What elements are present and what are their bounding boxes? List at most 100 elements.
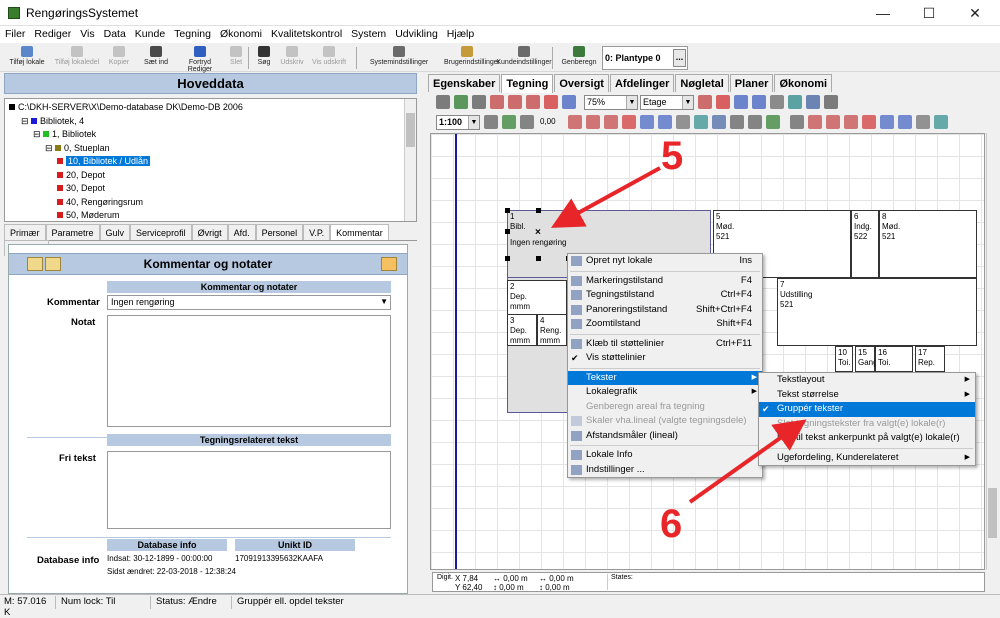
drawing-tool-icon[interactable] (544, 95, 558, 109)
drawing-tool-icon[interactable] (766, 115, 780, 129)
data-tree[interactable]: C:\DKH-SERVER\X\Demo-database DK\Demo-DB… (4, 98, 417, 222)
drawing-tool-icon[interactable] (562, 95, 576, 109)
layer-select[interactable]: Etage ▼ (640, 95, 694, 110)
menu-kunde[interactable]: Kunde (130, 26, 169, 40)
menu-hjælp[interactable]: Hjælp (442, 26, 478, 40)
tree-node[interactable]: 20, Depot (57, 170, 105, 180)
notat-textarea[interactable] (107, 315, 391, 427)
tab-oversigt[interactable]: Oversigt (554, 74, 609, 92)
canvas-scrollbar-thumb[interactable] (988, 488, 997, 538)
drawing-tool-icon[interactable] (526, 95, 540, 109)
toolbar-button-1[interactable]: Tilføj lokaledel (52, 45, 102, 70)
drawing-tool-icon[interactable] (734, 95, 748, 109)
fritekst-textarea[interactable] (107, 451, 391, 529)
scale-select[interactable]: 1:100 ▼ (436, 115, 480, 130)
tree-expander-icon[interactable]: ⊟ (45, 143, 55, 153)
drawing-tool-icon[interactable] (454, 95, 468, 109)
tree-expander-icon[interactable]: ⊟ (33, 129, 43, 139)
toolbar-button-9[interactable]: Systemindstillinger (358, 45, 440, 70)
drawing-tool-icon[interactable] (568, 115, 582, 129)
drawing-tool-icon[interactable] (788, 95, 802, 109)
toolbar-button-4[interactable]: Fortryd Rediger (178, 45, 222, 73)
room-3[interactable]: 3 Dep. mmm (507, 314, 537, 346)
drawing-tool-icon[interactable] (694, 115, 708, 129)
tree-node[interactable]: 50, Møderum (57, 210, 120, 220)
drawing-tool-icon[interactable] (472, 95, 486, 109)
tree-expander-icon[interactable]: ⊟ (21, 116, 31, 126)
drawing-tool-icon[interactable] (520, 115, 534, 129)
toolbar-button-8[interactable]: Vis udskrift (308, 45, 350, 70)
tab-nøgletal[interactable]: Nøgletal (675, 74, 729, 92)
tree-node[interactable]: ⊟ Bibliotek, 4 (21, 116, 84, 127)
menu-data[interactable]: Data (99, 26, 130, 40)
tab-afdelinger[interactable]: Afdelinger (609, 74, 675, 92)
drawing-tool-icon[interactable] (824, 95, 838, 109)
drawing-tool-icon[interactable] (640, 115, 654, 129)
menu-rediger[interactable]: Rediger (29, 26, 75, 40)
drawing-tool-icon[interactable] (916, 115, 930, 129)
drawing-tool-icon[interactable] (730, 115, 744, 129)
toolbar-button-11[interactable]: Kundeindstillinger (492, 45, 556, 70)
tree-node[interactable]: 30, Depot (57, 183, 105, 193)
drawing-tool-icon[interactable] (502, 115, 516, 129)
tab-personel[interactable]: Personel (255, 224, 304, 240)
drawing-tool-icon[interactable] (752, 95, 766, 109)
tree-node[interactable]: 40, Rengøringsrum (57, 197, 143, 207)
drawing-tool-icon[interactable] (716, 95, 730, 109)
toolbar-button-5[interactable]: Slet (224, 45, 248, 70)
drawing-tool-icon[interactable] (808, 115, 822, 129)
drawing-tool-icon[interactable] (658, 115, 672, 129)
toolbar-button-2[interactable]: Kopier (104, 45, 134, 70)
drawing-tool-icon[interactable] (748, 115, 762, 129)
menu-udvikling[interactable]: Udvikling (390, 26, 442, 40)
drawing-tool-icon[interactable] (880, 115, 894, 129)
toolbar-button-12[interactable]: Genberegn (560, 45, 598, 70)
drawing-tool-icon[interactable] (586, 115, 600, 129)
drawing-tool-icon[interactable] (622, 115, 636, 129)
menu-tegning[interactable]: Tegning (169, 26, 215, 40)
toolbar-button-0[interactable]: Tilføj lokale (4, 45, 50, 70)
tab-egenskaber[interactable]: Egenskaber (428, 74, 501, 92)
tab-primær[interactable]: Primær (4, 224, 46, 240)
tab-afd[interactable]: Afd. (227, 224, 256, 240)
drawing-tool-icon[interactable] (508, 95, 522, 109)
tab-vp[interactable]: V.P. (303, 224, 331, 240)
drawing-tool-icon[interactable] (790, 115, 804, 129)
drawing-tool-icon[interactable] (712, 115, 726, 129)
tree-node[interactable]: ⊟ 0, Stueplan (45, 143, 110, 154)
drawing-tool-icon[interactable] (698, 95, 712, 109)
tab-kommentar[interactable]: Kommentar (330, 224, 389, 240)
toolbar-button-10[interactable]: Brugerindstillinger (444, 45, 500, 70)
minimize-button[interactable]: — (860, 2, 906, 24)
menu-filer[interactable]: Filer (0, 26, 29, 40)
tab-planer[interactable]: Planer (729, 74, 774, 92)
drawing-tool-icon[interactable] (844, 115, 858, 129)
drawing-tool-icon[interactable] (898, 115, 912, 129)
kommentar-select[interactable]: Ingen rengøring ▼ (107, 295, 391, 310)
plantype-browse-button[interactable]: ... (673, 49, 686, 67)
drawing-tool-icon[interactable] (484, 115, 498, 129)
selection-handle[interactable] (505, 208, 510, 213)
drawing-tool-icon[interactable] (806, 95, 820, 109)
folder-icon[interactable] (27, 257, 43, 271)
tab-gulv[interactable]: Gulv (99, 224, 131, 240)
zoom-select[interactable]: 75% ▼ (584, 95, 638, 110)
tree-node[interactable]: 10, Bibliotek / Udlån (57, 156, 151, 166)
drawing-tool-icon[interactable] (826, 115, 840, 129)
tab-økonomi[interactable]: Økonomi (774, 74, 833, 92)
drawing-tool-icon[interactable] (436, 95, 450, 109)
selection-handle[interactable] (505, 229, 510, 234)
drawing-tool-icon[interactable] (490, 95, 504, 109)
tab-tegning[interactable]: Tegning (501, 74, 554, 93)
note-icon[interactable] (45, 257, 61, 271)
menu-vis[interactable]: Vis (75, 26, 98, 40)
menu-økonomi[interactable]: Økonomi (215, 26, 266, 40)
tree-scrollbar[interactable] (404, 99, 416, 221)
tab-serviceprofil[interactable]: Serviceprofil (130, 224, 192, 240)
maximize-button[interactable]: ☐ (906, 2, 952, 24)
drawing-tool-icon[interactable] (676, 115, 690, 129)
tab-øvrigt[interactable]: Øvrigt (191, 224, 228, 240)
tree-scrollbar-thumb[interactable] (406, 113, 415, 147)
toolbar-button-6[interactable]: Søg (252, 45, 276, 70)
menu-system[interactable]: System (346, 26, 390, 40)
